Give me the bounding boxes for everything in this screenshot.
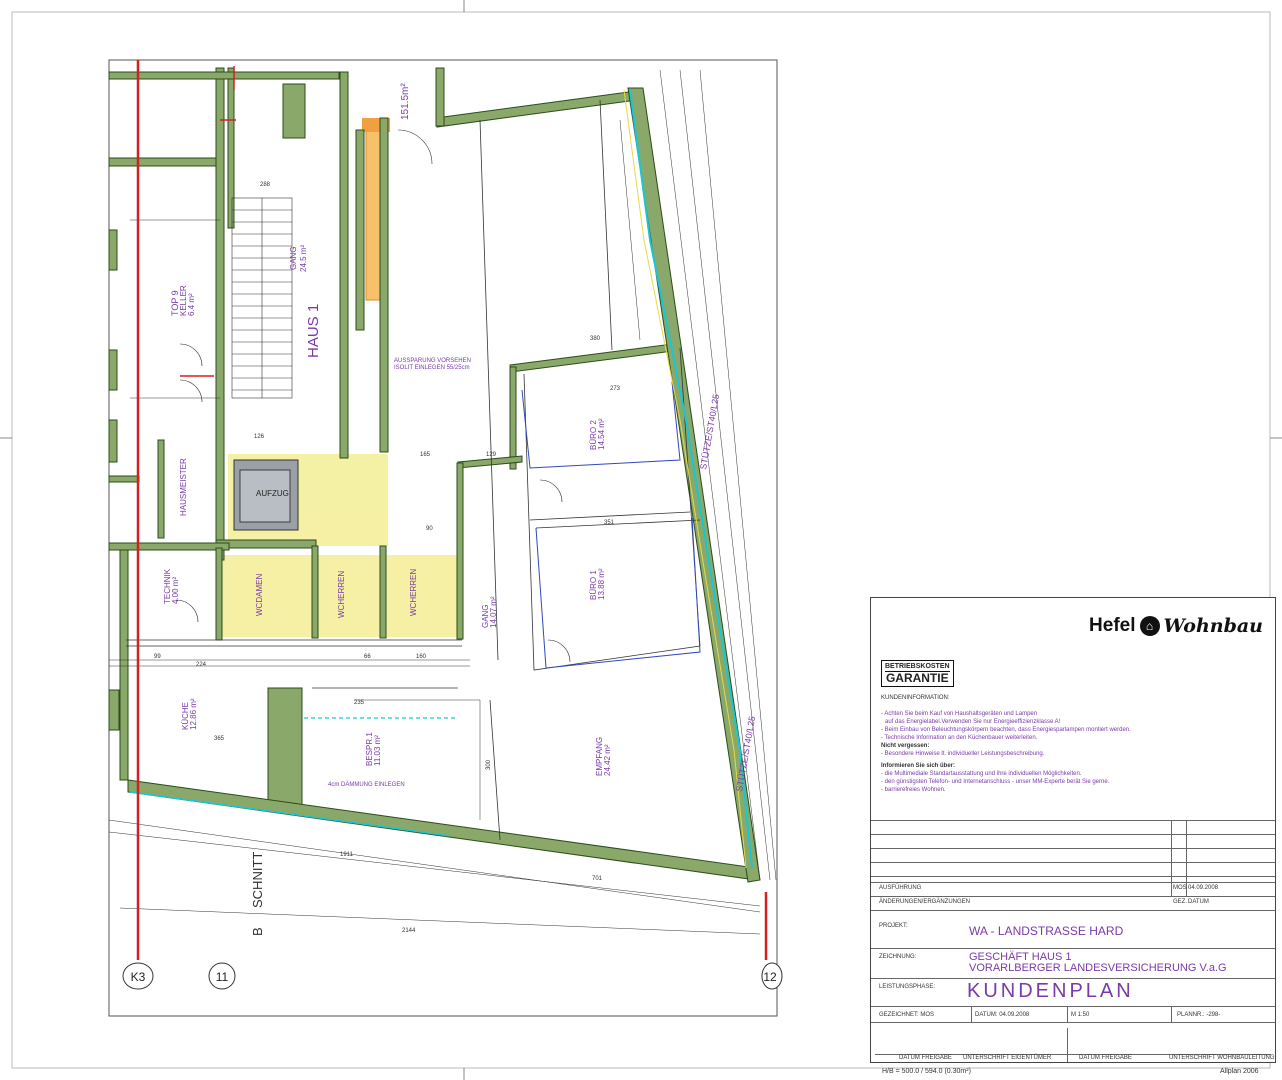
freigabe2: DATUM FREIGABE: [1079, 1055, 1132, 1061]
label-hausmeister: HAUSMEISTER: [179, 458, 188, 516]
dim-2144: 2144: [402, 928, 416, 934]
label-gang-mid-area: 14.07 m²: [489, 596, 498, 628]
ausfuehrung-mos: MOS: [1173, 885, 1187, 891]
brand-name: Hefel: [1089, 615, 1136, 636]
room-labels: HAUS 1 GANG 24.5 m² TOP 9 KELLER 6.4 m² …: [163, 83, 757, 793]
label-daemmung: 4cm DÄMMUNG EINLEGEN: [328, 781, 405, 788]
axis-label-12: 12: [763, 970, 777, 984]
dim-273: 273: [610, 386, 621, 392]
dim-235: 235: [354, 700, 365, 706]
gez-label: GEZ.: [1173, 899, 1188, 905]
facade-line-yellow: [623, 89, 747, 869]
informieren-heading: Informieren Sie sich über:: [881, 763, 956, 769]
sheet-size: H/B = 500.0 / 594.0 (0.30m²): [882, 1068, 971, 1075]
label-buero2-area: 14.54 m²: [597, 418, 606, 450]
massstab: M 1:50: [1071, 1012, 1090, 1018]
aenderungen-label: ÄNDERUNGEN/ERGÄNZUNGEN: [879, 899, 971, 905]
label-bespr-area: 11.03 m²: [373, 735, 382, 766]
label-isolit: ISOLIT EINLEGEN 55/25cm: [394, 365, 470, 371]
label-schnitt: SCHNITT: [250, 852, 265, 908]
ausfuehrung-label: AUSFÜHRUNG: [879, 885, 922, 891]
info-heading: KUNDENINFORMATION:: [881, 695, 950, 701]
info-line: - Achten Sie beim Kauf von Haushaltsgerä…: [881, 711, 1038, 717]
dim-701: 701: [592, 876, 603, 882]
phase-label: LEISTUNGSPHASE:: [879, 984, 936, 990]
informieren-line: - die Multimediale Standartausstattung u…: [881, 771, 1082, 777]
info-line: auf das Energielabel.Verwenden Sie nur E…: [885, 719, 1061, 725]
dim-288: 288: [260, 182, 271, 188]
label-schnitt-b: B: [250, 927, 265, 936]
label-buero1-area: 13.88 m²: [597, 568, 606, 600]
label-kueche-area: 12.86 m²: [189, 698, 198, 730]
freigabe1: DATUM FREIGABE: [899, 1055, 952, 1061]
label-technik-area: 4.00 m²: [171, 577, 180, 604]
datum-value: DATUM: 04.09.2008: [975, 1012, 1030, 1018]
info-line: - Technische Information an den Küchenba…: [881, 735, 1038, 741]
label-stuetze1: STÜTZE/ST40/L25: [698, 393, 721, 470]
customer-info: KUNDENINFORMATION: - Achten Sie beim Kau…: [881, 694, 1261, 794]
rev-col: [1171, 820, 1172, 896]
label-gang-top-area: 24.5 m²: [299, 245, 308, 272]
label-aufzug: AUFZUG: [256, 489, 289, 498]
dim-90: 90: [426, 526, 433, 532]
house-icon: ⌂: [1139, 616, 1160, 636]
dim-99: 99: [154, 654, 161, 660]
unterschrift1: UNTERSCHRIFT EIGENTÜMER: [963, 1055, 1052, 1061]
axis-label-11: 11: [216, 970, 229, 984]
brand-logo: Hefel ⌂ Wohnbau: [1089, 615, 1263, 637]
plannr: PLANNR.: -298-: [1177, 1012, 1221, 1018]
dim-224: 224: [196, 662, 207, 668]
staircase: [231, 197, 293, 399]
label-wc-herren1: WCHERREN: [337, 571, 346, 618]
zeichnung-line2: VORARLBERGER LANDESVERSICHERUNG V.a.G: [969, 962, 1227, 974]
partitions: [126, 99, 701, 841]
unterschrift2: UNTERSCHRIFT WOHNBAULEITUNG: [1169, 1055, 1275, 1061]
zeichnung-label: ZEICHNUNG:: [879, 954, 917, 960]
label-wc-herren2: WCHERREN: [409, 569, 418, 616]
nicht-line: - Besondere Hinweise lt. individueller L…: [881, 751, 1045, 757]
software-label: Allplan 2006: [1220, 1068, 1259, 1075]
label-aussparung: AUSSPARUNG VORSEHEN: [394, 358, 471, 364]
info-line: - Beim Einbau von Beleuchtungskörpern be…: [881, 727, 1131, 733]
label-haus: HAUS 1: [305, 304, 322, 358]
dim-160: 160: [416, 654, 427, 660]
label-empfang-area: 24.42 m²: [603, 744, 612, 776]
phase-value: KUNDENPLAN: [967, 980, 1134, 1002]
dim-380: 380: [590, 336, 601, 342]
label-wc-damen: WCDAMEN: [255, 574, 264, 616]
gezeichnet: GEZEICHNET: MOS: [879, 1012, 935, 1018]
tb-sep: [1067, 1006, 1068, 1022]
tb-sep: [1171, 1006, 1172, 1022]
projekt-value: WA - LANDSTRASSE HARD: [969, 924, 1124, 938]
informieren-line: - den günstigsten Telefon- und Interneta…: [881, 779, 1110, 785]
axis-label-k3: K3: [131, 970, 146, 984]
dim-365: 365: [214, 736, 225, 742]
datum-label: DATUM: [1188, 899, 1209, 905]
label-gang-top: GANG: [289, 246, 298, 270]
tb-sep: [1067, 1028, 1068, 1062]
dim-300: 300: [486, 759, 492, 770]
title-block: Hefel ⌂ Wohnbau BETRIEBSKOSTEN GARANTIE …: [870, 597, 1276, 1063]
tb-sep: [971, 1006, 972, 1022]
dim-351: 351: [604, 520, 615, 526]
badge-line1: BETRIEBSKOSTEN: [885, 663, 950, 670]
dim-129: 129: [486, 452, 497, 458]
drawing-frame: [108, 59, 778, 1017]
walls: [108, 67, 761, 883]
dim-66: 66: [364, 654, 371, 660]
label-top9-area: 6.4 m²: [187, 293, 196, 316]
dimension-lines: [108, 69, 777, 935]
label-terrasse: 151.5m²: [400, 83, 411, 120]
nicht-heading: Nicht vergessen:: [881, 743, 930, 749]
dim-1911: 1911: [340, 852, 354, 858]
ausfuehrung-date: 04.09.2008: [1188, 885, 1219, 891]
betriebskosten-badge: BETRIEBSKOSTEN GARANTIE: [881, 660, 954, 687]
informieren-line: - barrierefreies Wohnen.: [881, 787, 946, 793]
badge-line2: GARANTIE: [885, 671, 950, 685]
dim-126: 126: [254, 434, 265, 440]
dim-165: 165: [420, 452, 431, 458]
brand-suffix: Wohnbau: [1163, 615, 1264, 637]
projekt-label: PROJEKT:: [879, 923, 908, 929]
